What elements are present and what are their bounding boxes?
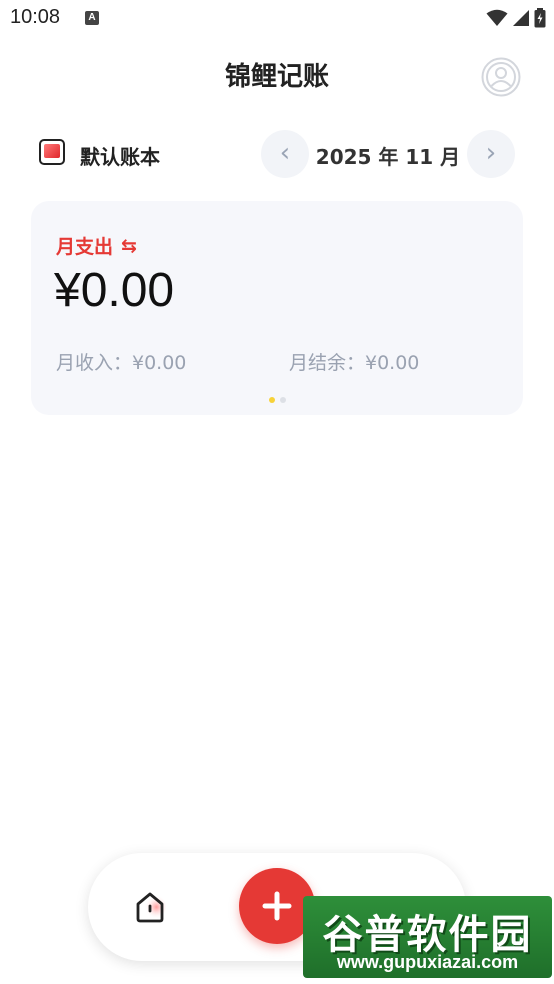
profile-icon	[481, 57, 521, 97]
expense-amount: ¥0.00	[54, 264, 175, 317]
monthly-summary-card[interactable]: 月支出 ⇆ ¥0.00 月收入：¥0.00 月结余：¥0.00	[31, 201, 523, 415]
home-tab[interactable]	[132, 889, 168, 925]
site-watermark: 谷普软件园 www.gupuxiazai.com	[303, 896, 552, 978]
home-icon	[136, 892, 166, 923]
prev-month-button[interactable]: ‹	[261, 130, 309, 178]
page-title: 锦鲤记账	[224, 62, 329, 92]
status-bar: 10:08 A	[0, 0, 554, 40]
summary-title[interactable]: 月支出 ⇆	[56, 232, 137, 259]
next-month-button[interactable]: ›	[467, 130, 515, 178]
current-month-label[interactable]: 2025 年 11 月	[309, 141, 467, 170]
plus-icon	[262, 891, 292, 921]
signal-icon	[513, 10, 529, 26]
income-summary: 月收入：¥0.00	[56, 352, 187, 374]
battery-charging-icon	[534, 8, 546, 28]
status-time: 10:08	[10, 6, 61, 28]
page-dot	[279, 397, 286, 403]
book-icon[interactable]	[39, 139, 65, 165]
book-selector-label[interactable]: 默认账本	[80, 141, 160, 170]
page-dot-active	[268, 397, 275, 403]
watermark-url: www.gupuxiazai.com	[336, 952, 519, 972]
balance-summary: 月结余：¥0.00	[289, 352, 420, 374]
page-indicator	[31, 397, 523, 403]
profile-button[interactable]	[481, 57, 521, 97]
book-icon-fill	[44, 144, 60, 158]
status-icons	[486, 8, 546, 28]
switch-icon: ⇆	[121, 234, 137, 257]
wifi-icon	[486, 9, 508, 26]
notification-icon: A	[85, 11, 99, 25]
app-screen: 10:08 A 锦鲤记账 默认账本 ‹ 2025 年 11 月 › 月支出 ⇆ …	[0, 0, 554, 984]
summary-title-label: 月支出	[56, 236, 114, 258]
